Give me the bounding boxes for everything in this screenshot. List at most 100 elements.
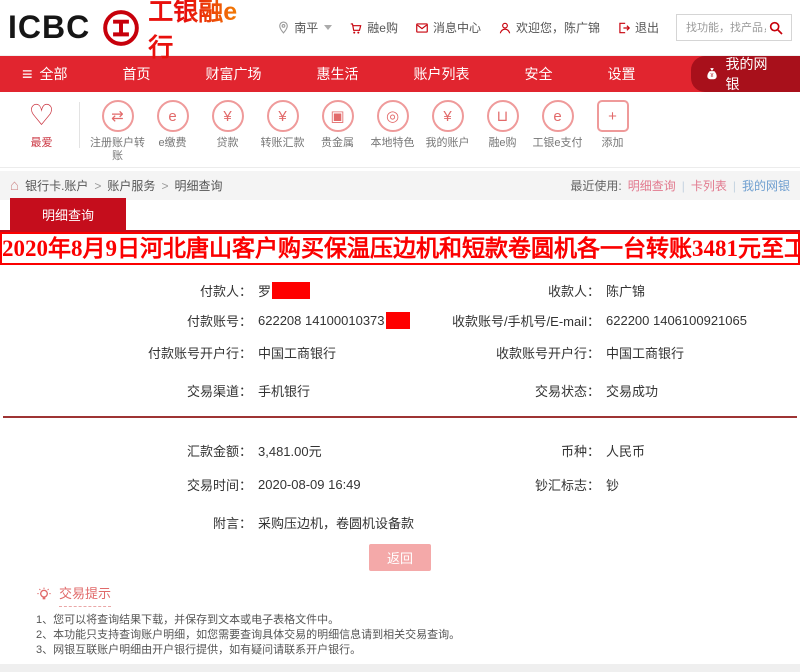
amount-label: 汇款金额： [0,441,258,460]
search-box [676,14,792,41]
breadcrumb: ⌂ 银行卡.账户 > 账户服务 > 明细查询 最近使用: 明细查询 | 卡列表 … [0,171,800,200]
epay-card-icon: e [542,100,574,132]
home-icon: ⌂ [10,178,19,193]
redaction-box [272,282,310,299]
search-input[interactable] [684,21,768,35]
payee-account-label: 收款账号/手机号/E-mail： [438,311,606,330]
recent-link-card-list[interactable]: 卡列表 [691,177,727,194]
nav-item-home[interactable]: 首页 [123,64,151,84]
quicklink-favorites[interactable]: ♡ 最爱 [14,100,69,150]
tab-detail-query[interactable]: 明细查询 [10,198,126,230]
nav-item-all[interactable]: ≡ 全部 [22,64,68,84]
channel-label: 交易渠道： [0,381,258,400]
bulb-icon [36,587,52,603]
currency-value: 人民币 [606,441,800,460]
quicklink-precious-metal[interactable]: ▣ 贵金属 [310,100,365,150]
quicklink-epayment[interactable]: e e缴费 [145,100,200,150]
cart-link[interactable]: 融e购 [349,19,398,36]
tip-line: 3、网银互联账户明细由开户银行提供，如有疑问请联系开户银行。 [36,643,800,658]
row-memo: 附言： 采购压边机，卷圆机设备款 [0,510,800,534]
back-button[interactable]: 返回 [369,544,431,571]
divider [79,102,80,148]
payer-account-value: 622208 14100010373 [258,312,438,329]
nav-item-life[interactable]: 惠生活 [317,64,359,84]
recent-link-mybank[interactable]: 我的网银 [742,177,790,194]
heart-icon: ♡ [26,100,58,132]
payee-label: 收款人： [438,281,606,300]
status-label: 交易状态： [438,381,606,400]
menu-icon: ≡ [22,65,33,83]
breadcrumb-current: 明细查询 [174,177,222,194]
quicklink-my-account[interactable]: ¥ 我的账户 [420,100,475,150]
recent-used-label: 最近使用: [570,177,621,194]
cart-label: 融e购 [367,19,398,36]
pipe-separator: | [733,179,736,193]
mybank-button[interactable]: ¥ 我的网银 [691,56,800,92]
payer-account-label: 付款账号： [0,311,258,330]
quicklink-icbc-epay[interactable]: e 工银e支付 [530,100,585,150]
quicklink-local-features[interactable]: ◎ 本地特色 [365,100,420,150]
payee-value: 陈广锦 [606,281,800,300]
loan-bag-icon: ¥ [212,100,244,132]
memo-value: 采购压边机，卷圆机设备款 [258,513,800,532]
money-bag-icon: ¥ [705,67,719,81]
breadcrumb-separator: > [161,179,168,193]
nav-item-security[interactable]: 安全 [525,64,553,84]
cart-basket-icon: ⊔ [487,100,519,132]
svg-text:¥: ¥ [710,73,713,79]
tip-lines: 1、您可以将查询结果下载，并保存到文本或电子表格文件中。 2、本功能只支持查询账… [36,613,800,658]
gold-bars-icon: ▣ [322,100,354,132]
recent-link-detail-query[interactable]: 明细查询 [628,177,676,194]
pipe-separator: | [682,179,685,193]
payer-bank-value: 中国工商银行 [258,343,438,362]
quicklink-rong-e-gou[interactable]: ⊔ 融e购 [475,100,530,150]
quicklink-add[interactable]: + 添加 [585,100,640,150]
shopping-cart-icon [349,21,363,35]
logout-link[interactable]: 退出 [617,19,659,36]
logout-label: 退出 [635,19,659,36]
user-icon [498,21,512,35]
row-payer-payee: 付款人： 罗 收款人： 陈广锦 [0,278,800,302]
tips-header: 交易提示 [36,583,800,607]
transfer-cycle-icon: ⇄ [102,100,134,132]
breadcrumb-home[interactable]: 银行卡.账户 [25,177,88,194]
nav-item-settings[interactable]: 设置 [608,64,636,84]
payee-bank-label: 收款账号开户行： [438,343,606,362]
chevron-down-icon [324,25,332,30]
status-value: 交易成功 [606,381,800,400]
welcome-user[interactable]: 欢迎您，陈广锦 [498,19,600,36]
quicklink-loan[interactable]: ¥ 贷款 [200,100,255,150]
time-label: 交易时间： [0,475,258,494]
row-banks: 付款账号开户行： 中国工商银行 收款账号开户行： 中国工商银行 [0,340,800,364]
quicklink-transfer-remit[interactable]: ¥ 转账汇款 [255,100,310,150]
breadcrumb-account-services[interactable]: 账户服务 [107,177,155,194]
location-selector[interactable]: 南平 [277,19,332,36]
memo-label: 附言： [0,513,258,532]
messages-label: 消息中心 [433,19,481,36]
messages-link[interactable]: 消息中心 [415,19,481,36]
row-time-flag: 交易时间： 2020-08-09 16:49 钞汇标志： 钞 [0,472,800,496]
transfer-remit-icon: ¥ [267,100,299,132]
tab-row: 明细查询 [0,200,800,232]
amount-value: 3,481.00元 [258,441,438,460]
local-features-icon: ◎ [377,100,409,132]
nav-item-wealth-plaza[interactable]: 财富广场 [206,64,262,84]
payee-account-value: 622200 1406100921065 [606,313,800,328]
payee-bank-value: 中国工商银行 [606,343,800,362]
quicklink-register-transfer[interactable]: ⇄ 注册账户转账 [90,100,145,163]
icbc-logo-text: ICBC [8,9,90,46]
tip-line: 1、您可以将查询结果下载，并保存到文本或电子表格文件中。 [36,613,800,628]
search-icon[interactable] [768,20,784,36]
envelope-icon [415,21,429,35]
epayment-drop-icon: e [157,100,189,132]
row-amount-currency: 汇款金额： 3,481.00元 币种： 人民币 [0,438,800,462]
quick-links-bar: ♡ 最爱 ⇄ 注册账户转账 e e缴费 ¥ 贷款 ¥ 转账汇款 ▣ 贵金属 ◎ … [0,92,800,168]
icbc-logo-icon [102,9,140,47]
transaction-detail-panel: 付款人： 罗 收款人： 陈广锦 付款账号： 622208 14100010373… [0,265,800,571]
payer-label: 付款人： [0,281,258,300]
row-channel-status: 交易渠道： 手机银行 交易状态： 交易成功 [0,378,800,402]
nav-item-account-list[interactable]: 账户列表 [414,64,470,84]
tips-section: 交易提示 1、您可以将查询结果下载，并保存到文本或电子表格文件中。 2、本功能只… [0,583,800,658]
account-search-icon: ¥ [432,100,464,132]
welcome-label: 欢迎您，陈广锦 [516,19,600,36]
